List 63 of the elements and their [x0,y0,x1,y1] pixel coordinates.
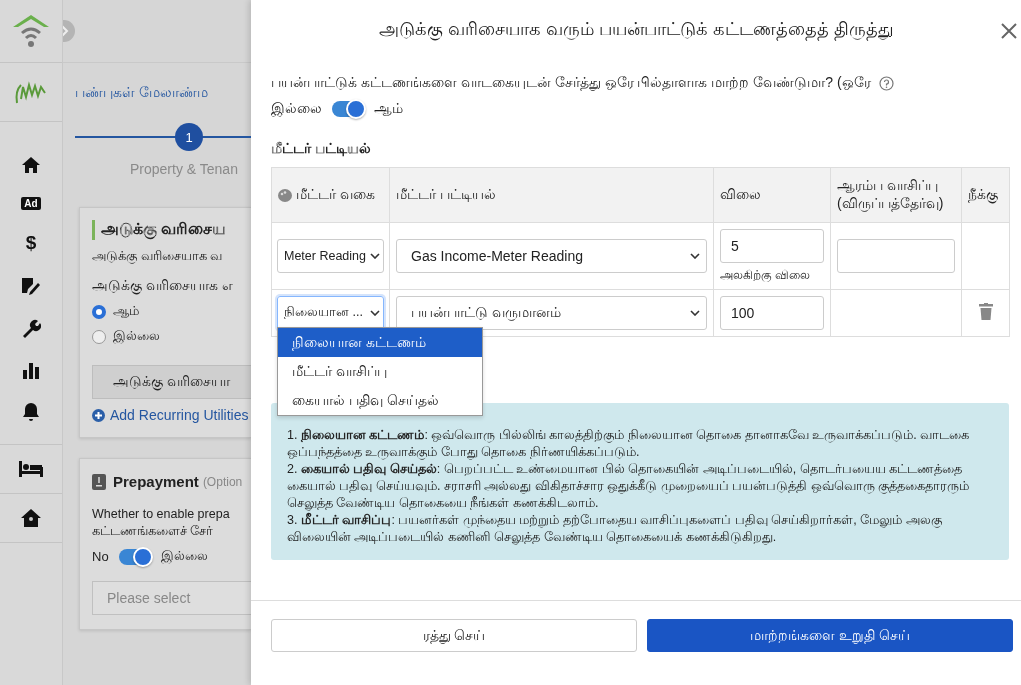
column-header: மீட்டர் பட்டியல் [389,167,714,223]
receipt-icon [92,473,106,490]
radio-button[interactable] [92,304,106,319]
ad-icon[interactable]: Ad [21,197,41,210]
toggle-label: No [92,549,109,564]
card-text: அடுக்கு வரிசையாக வ [92,248,224,265]
toggle-switch[interactable] [332,101,364,117]
confirm-button[interactable]: மாற்றங்களை உறுதி செய் [647,619,1013,652]
dropdown-option[interactable]: நிலையான கட்டணம் [278,328,482,357]
info-text: 1. நிலையான கட்டணம்: ஒவ்வொரு பில்லிங் காலத்திற்கும் நிலையான தொகை தானாகவே உருவாக்கப்படும். வாடகை ஒப்பந்தத்தை உருவாக்கும் போது தொகை நிர்ணயிக்கப்படும். [287,427,971,461]
toggle-label: இல்லை [160,548,208,565]
bell-icon[interactable] [22,402,40,422]
caret-icon [370,253,380,259]
step-number: 1 [175,123,203,151]
help-icon[interactable] [878,75,894,91]
add-icon[interactable] [92,408,105,422]
meter-type-select[interactable]: நிலையான ... [277,296,384,330]
dollar-icon[interactable]: $ [25,233,37,253]
column-header: விலை [713,167,831,223]
toggle-label: ஆம் [374,100,403,118]
caret-icon [690,310,700,316]
radio-label: இல்லை [113,328,160,345]
column-header: மீட்டர் வகை [271,167,390,223]
info-text: 3. மீட்டர் வாசிப்பு: பயனர்கள் முந்தைய மற்றும் தற்போதைய வாசிப்புகளைப் பதிவு செய்கிறார்கள், மேலும் அலகு விலையின் அடிப்படையில் கணினி செலுத்த வேண்டிய தொகையைக் கணக்கிடுகிறது. [287,512,943,546]
info-text: 2. கையால் பதிவு செய்தல்: பெறப்பட்ட உண்மையான பில் தொகையின் அடிப்படையில், தொடர்பயைய கட்டணத்தை கையால் பதிவு செய்யவும். சராசரி அல்லது விகிதாச்சார ஒதுக்கீடு முறையைப் பயன்படுத்தி ஒவ்வொரு குத்தகைதாரரும் செலுத்த வேண்டிய தொகையை நீங்கள் கணக்கிடலாம். [287,461,993,512]
wifi-house-logo-icon [11,13,51,49]
toggle-switch[interactable] [118,548,151,565]
prepayment-title: Prepayment [113,473,199,490]
price-input[interactable]: 100 [720,296,824,330]
meter-type-select[interactable]: Meter Reading [277,239,384,273]
start-reading-input[interactable] [837,239,955,273]
radio-button[interactable] [92,329,106,344]
recurring-button[interactable]: அடுக்கு வரிசையா [92,365,251,399]
close-icon[interactable] [1001,23,1017,39]
dialog-title: அடுக்கு வரிசையாக வரும் பயன்பாட்டுக் கட்டணத்தைத் திருத்து [379,18,895,42]
caret-icon [370,310,380,316]
dropdown-option[interactable]: கையால் பதிவு செய்தல் [278,386,482,415]
wrench-icon[interactable] [21,319,41,339]
question-text: பயன்பாட்டுக் கட்டணங்களை வாடகையுடன் சேர்த்து ஒரே பில்தாளாக மாற்ற வேண்டுமா? (ஒரே [271,74,871,92]
dropdown-option[interactable]: மீட்டர் வாசிப்பு [278,357,482,386]
section-title: மீட்டர் பட்டியல் [271,140,372,158]
add-link[interactable]: Add Recurring Utilities [110,407,249,423]
column-header: நீக்கு [961,167,1010,223]
meter-list-select[interactable]: Gas Income-Meter Reading [396,239,707,273]
caret-icon [690,253,700,259]
radio-label: ஆம் [113,303,139,320]
house-icon[interactable] [20,508,42,528]
bar-chart-icon[interactable] [22,362,40,379]
price-input[interactable]: 5 [720,229,824,263]
optional-label: (Option [202,474,243,489]
edit-document-icon[interactable] [21,276,41,296]
tab-title[interactable]: பண்புகள் மேலாண்ம [75,84,208,100]
step-label: Property & Tenan [130,161,239,177]
palette-icon [278,188,292,202]
bed-icon[interactable] [19,461,43,477]
home-icon[interactable] [21,156,41,174]
toggle-label: இல்லை [271,100,322,118]
prepayment-text: Whether to enable prepa கட்டணங்களைச் சேர் [92,506,231,540]
card-question: அடுக்கு வரிசையாக எ [92,277,234,295]
trash-icon[interactable] [978,302,993,320]
column-header: ஆரம்ப வாசிப்பு (விருப்பத்தேர்வு) [830,167,962,223]
cancel-button[interactable]: ரத்து செய் [271,619,637,652]
price-hint: அலகிற்கு விலை [720,268,812,283]
